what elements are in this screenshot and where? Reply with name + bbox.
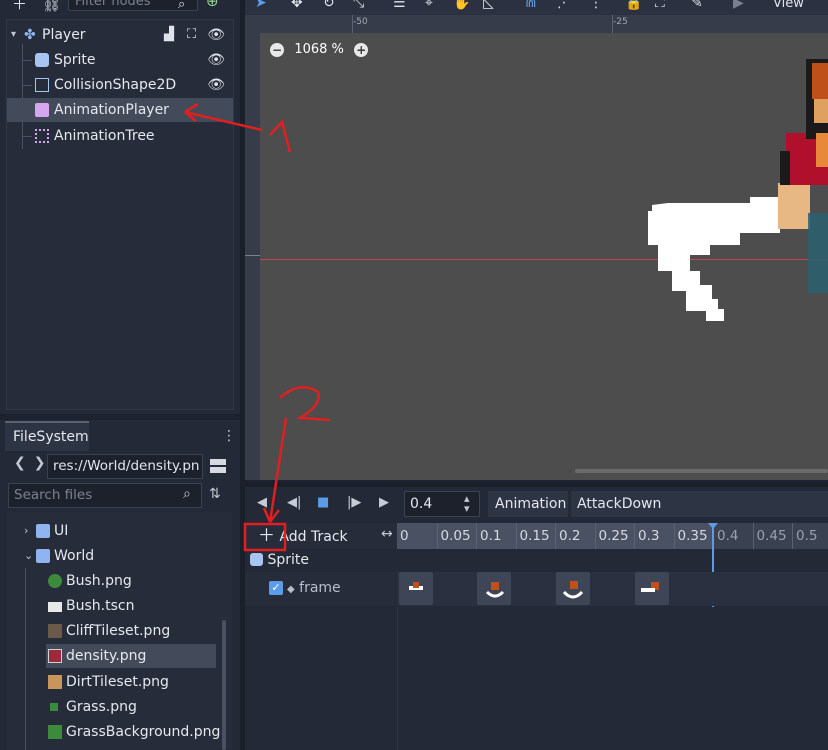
annotation-digit-2 bbox=[279, 385, 331, 422]
annotation-overlay bbox=[184, 102, 331, 552]
annotation-digit-1 bbox=[269, 119, 292, 153]
